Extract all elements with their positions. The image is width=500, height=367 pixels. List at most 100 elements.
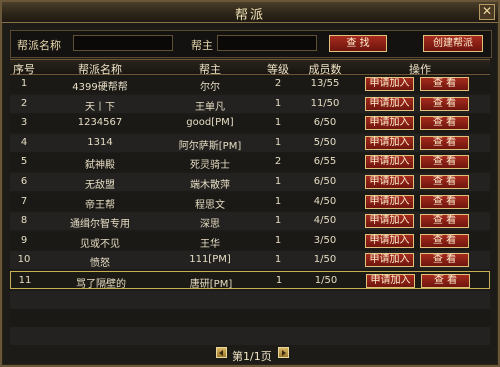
- guild-leader: 王华: [200, 238, 220, 250]
- view-button[interactable]: 查 看: [420, 194, 469, 209]
- row-id: 7: [20, 195, 28, 207]
- table-row[interactable]: 6 无敌盟 端木散萍 1 6/50 申请加入查 看: [10, 173, 490, 191]
- apply-join-button[interactable]: 申请加入: [365, 96, 414, 111]
- table-row[interactable]: 11 骂了隔壁的 唐研[PM] 1 1/50 申请加入查 看: [10, 271, 490, 290]
- guild-name-input[interactable]: [73, 35, 173, 51]
- guild-members: 11/50: [310, 97, 340, 109]
- view-button[interactable]: 查 看: [420, 253, 469, 268]
- table-row[interactable]: 8 通缉尔智专用 深思 1 4/50 申请加入查 看: [10, 212, 490, 231]
- row-id: 8: [20, 215, 28, 227]
- guild-name: 骂了隔壁的: [76, 279, 126, 290]
- row-id: 5: [20, 156, 28, 168]
- row-id: 6: [20, 176, 28, 187]
- row-id: 2: [20, 97, 28, 109]
- view-button[interactable]: 查 看: [420, 233, 469, 248]
- guild-level: 1: [274, 97, 282, 109]
- row-id: 3: [20, 117, 28, 129]
- leader-label: 帮主: [191, 39, 213, 52]
- guild-level: 1: [274, 117, 282, 129]
- guild-level: 1: [275, 275, 283, 286]
- guild-level: 1: [274, 215, 282, 227]
- apply-join-button[interactable]: 申请加入: [365, 233, 414, 248]
- view-button[interactable]: 查 看: [420, 135, 469, 150]
- table-header: 序号 帮派名称 帮主 等级 成员数 操作: [10, 59, 490, 76]
- guild-members: 6/50: [313, 176, 337, 187]
- create-guild-button[interactable]: 创建帮派: [423, 35, 483, 52]
- table-row[interactable]: 2 天丨下 王单凡 1 11/50 申请加入查 看: [10, 94, 490, 113]
- guild-level: 2: [274, 156, 282, 168]
- guild-name: 帝王帮: [85, 199, 115, 211]
- table-row[interactable]: 10 愤怒 111[PM] 1 1/50 申请加入查 看: [10, 251, 490, 270]
- apply-join-button[interactable]: 申请加入: [365, 214, 414, 229]
- guild-members: 4/50: [313, 195, 337, 207]
- guild-name: 无敌盟: [85, 180, 115, 191]
- guild-name: 1234567: [77, 117, 123, 129]
- apply-join-button[interactable]: 申请加入: [365, 155, 414, 170]
- guild-level: 1: [274, 234, 282, 246]
- apply-join-button[interactable]: 申请加入: [365, 116, 414, 131]
- page-indicator: 第1/1页: [232, 350, 272, 363]
- row-id: 1: [20, 78, 28, 89]
- apply-join-button[interactable]: 申请加入: [365, 77, 414, 91]
- apply-join-button[interactable]: 申请加入: [365, 253, 414, 268]
- guild-members: 6/50: [313, 117, 337, 129]
- guild-name: 愤怒: [90, 258, 110, 270]
- view-button[interactable]: 查 看: [420, 96, 469, 111]
- table-row[interactable]: 4 1314 阿尔萨斯[PM] 1 5/50 申请加入查 看: [10, 133, 490, 152]
- guild-members: 6/55: [313, 156, 337, 168]
- guild-leader: good[PM]: [186, 117, 234, 129]
- guild-name: 天丨下: [85, 101, 115, 113]
- table-row[interactable]: 7 帝王帮 程思文 1 4/50 申请加入查 看: [10, 192, 490, 211]
- empty-row: [10, 309, 490, 327]
- guild-leader: 死灵骑士: [190, 160, 230, 172]
- guild-name: 弑神殿: [85, 160, 115, 172]
- view-button[interactable]: 查 看: [420, 175, 469, 189]
- next-page-icon[interactable]: [278, 347, 289, 358]
- guild-leader: 尔尔: [200, 82, 220, 93]
- leader-input[interactable]: [217, 35, 317, 51]
- row-id: 11: [18, 275, 32, 286]
- guild-members: 1/50: [314, 275, 338, 286]
- guild-members: 4/50: [313, 215, 337, 227]
- empty-row: [10, 327, 490, 345]
- guild-level: 1: [274, 254, 282, 266]
- view-button[interactable]: 查 看: [420, 77, 469, 91]
- guild-name-label: 帮派名称: [17, 39, 61, 52]
- apply-join-button[interactable]: 申请加入: [365, 194, 414, 209]
- apply-join-button[interactable]: 申请加入: [366, 274, 415, 288]
- guild-window: 帮派 ✕ 帮派名称 帮主 查 找 创建帮派 序号 帮派名称 帮主 等级 成员数 …: [0, 0, 500, 367]
- apply-join-button[interactable]: 申请加入: [365, 175, 414, 189]
- prev-page-icon[interactable]: [216, 347, 227, 358]
- guild-leader: 阿尔萨斯[PM]: [178, 140, 242, 152]
- guild-leader: 唐研[PM]: [189, 279, 233, 290]
- view-button[interactable]: 查 看: [420, 214, 469, 229]
- view-button[interactable]: 查 看: [420, 116, 469, 131]
- table-row[interactable]: 5 弑神殿 死灵骑士 2 6/55 申请加入查 看: [10, 153, 490, 172]
- guild-members: 5/50: [313, 136, 337, 148]
- view-button[interactable]: 查 看: [421, 274, 470, 288]
- search-bar: 帮派名称 帮主 查 找 创建帮派: [10, 30, 492, 58]
- empty-row: [10, 291, 490, 309]
- view-button[interactable]: 查 看: [420, 155, 469, 170]
- guild-leader: 王单凡: [195, 101, 225, 113]
- guild-members: 3/50: [313, 234, 337, 246]
- guild-members: 13/55: [310, 78, 340, 89]
- table-row[interactable]: 9 见或不见 王华 1 3/50 申请加入查 看: [10, 231, 490, 250]
- guild-level: 1: [274, 195, 282, 207]
- guild-leader: 程思文: [195, 199, 225, 211]
- guild-name: 4399硬帮帮: [72, 82, 128, 93]
- title-bar: 帮派 ✕: [2, 2, 498, 23]
- guild-name: 见或不见: [80, 238, 120, 250]
- apply-join-button[interactable]: 申请加入: [365, 135, 414, 150]
- table-row[interactable]: 3 1234567 good[PM] 1 6/50 申请加入查 看: [10, 114, 490, 133]
- guild-members: 1/50: [313, 254, 337, 266]
- search-button[interactable]: 查 找: [329, 35, 387, 52]
- row-id: 4: [20, 136, 28, 148]
- guild-level: 1: [274, 136, 282, 148]
- guild-leader: 深思: [200, 219, 220, 231]
- guild-leader: 端木散萍: [190, 180, 230, 191]
- table-row[interactable]: 1 4399硬帮帮 尔尔 2 13/55 申请加入查 看: [10, 75, 490, 93]
- row-id: 10: [17, 254, 31, 266]
- close-icon[interactable]: ✕: [479, 4, 495, 20]
- guild-name: 1314: [87, 136, 113, 148]
